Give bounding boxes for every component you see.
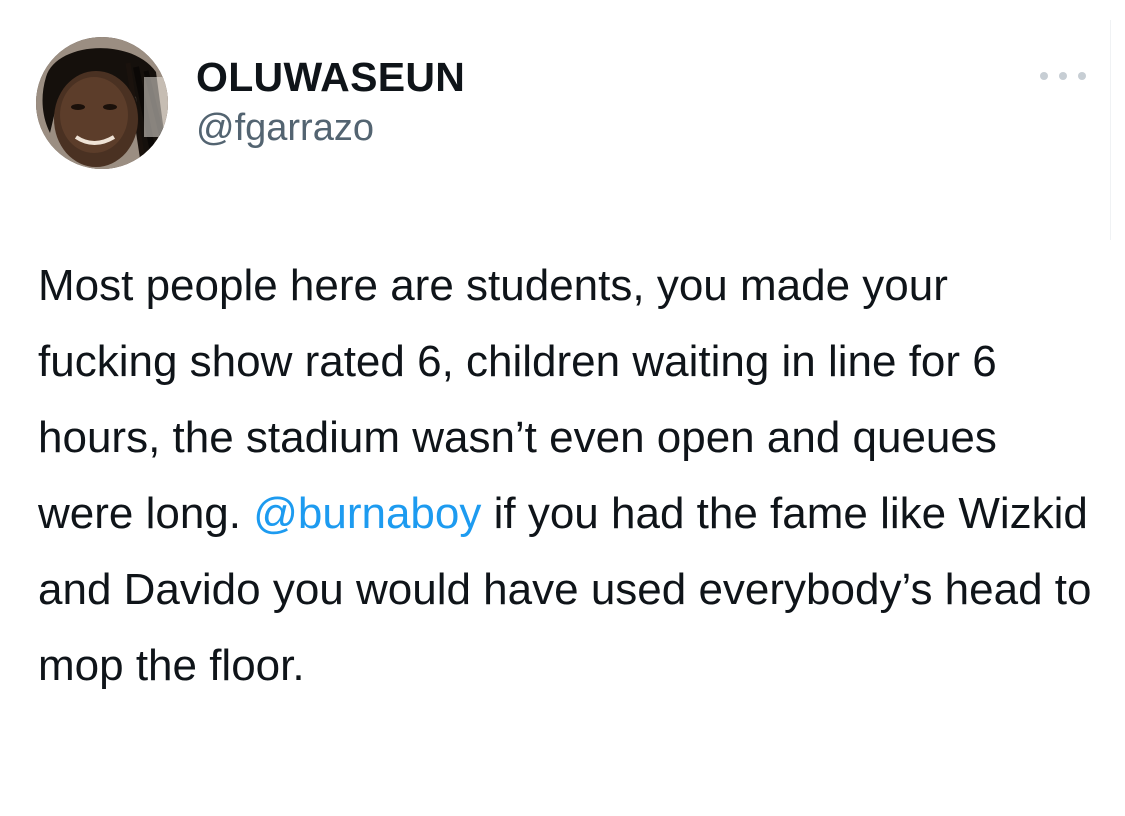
- avatar-photo-icon: [36, 37, 168, 169]
- tweet-text: Most people here are students, you made …: [38, 248, 1098, 704]
- handle[interactable]: @fgarrazo: [196, 106, 465, 150]
- author-block: OLUWASEUN @fgarrazo: [196, 54, 465, 150]
- more-horizontal-icon[interactable]: [1040, 68, 1086, 84]
- more-dot: [1040, 72, 1048, 80]
- avatar[interactable]: [36, 37, 168, 169]
- mention-link[interactable]: @burnaboy: [253, 489, 481, 538]
- more-dot: [1059, 72, 1067, 80]
- more-dot: [1078, 72, 1086, 80]
- display-name[interactable]: OLUWASEUN: [196, 54, 465, 100]
- divider: [1110, 20, 1111, 240]
- tweet-card: OLUWASEUN @fgarrazo Most people here are…: [0, 0, 1125, 816]
